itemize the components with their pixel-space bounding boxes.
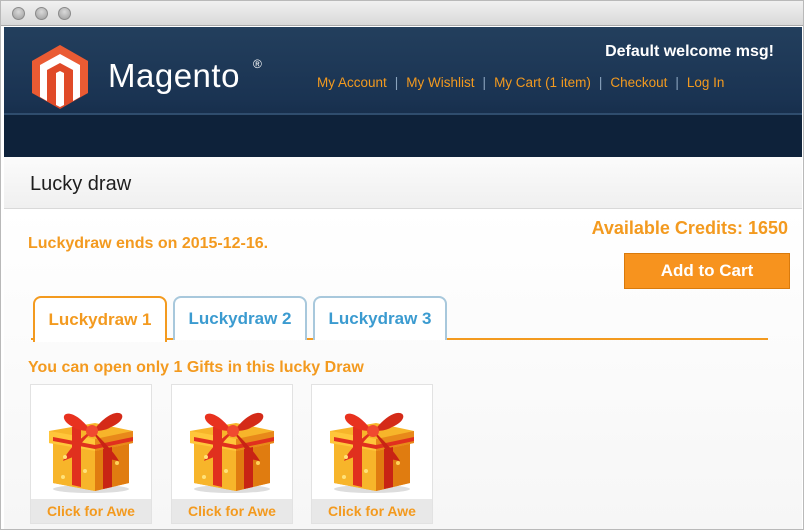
browser-window: Magento ® Default welcome msg! My Accoun… [0, 0, 804, 530]
gift-card[interactable]: Click for Awe [30, 384, 152, 524]
header-links: My Account | My Wishlist | My Cart (1 it… [317, 71, 724, 93]
link-separator: | [394, 74, 399, 90]
gift-label[interactable]: Click for Awe [31, 499, 151, 523]
gift-card[interactable]: Click for Awe [171, 384, 293, 524]
gift-box-icon[interactable] [180, 391, 284, 495]
draw-end-date: Luckydraw ends on 2015-12-16. [28, 235, 269, 252]
logo-registered-mark: ® [253, 57, 262, 71]
open-limit-note: You can open only 1 Gifts in this lucky … [28, 359, 364, 376]
logo-text[interactable]: Magento [108, 57, 240, 95]
nav-bar [4, 115, 802, 157]
lucky-draw-content: Luckydraw ends on 2015-12-16. Available … [4, 210, 802, 529]
tab-luckydraw-3[interactable]: Luckydraw 3 [313, 296, 447, 340]
link-separator: | [598, 74, 603, 90]
window-titlebar [1, 1, 803, 26]
magento-logo-icon[interactable] [30, 43, 90, 111]
tab-luckydraw-1[interactable]: Luckydraw 1 [33, 296, 167, 342]
gift-card[interactable]: Click for Awe [311, 384, 433, 524]
lucky-draw-tabs: Luckydraw 1 Luckydraw 2 Luckydraw 3 [31, 296, 768, 342]
my-cart-link[interactable]: My Cart (1 item) [494, 75, 591, 90]
my-wishlist-link[interactable]: My Wishlist [406, 75, 474, 90]
gift-box-icon[interactable] [39, 391, 143, 495]
gift-box-icon[interactable] [320, 391, 424, 495]
window-close-button[interactable] [12, 7, 25, 20]
add-to-cart-button[interactable]: Add to Cart [624, 253, 790, 289]
link-separator: | [482, 74, 487, 90]
tab-luckydraw-2[interactable]: Luckydraw 2 [173, 296, 307, 340]
log-in-link[interactable]: Log In [687, 75, 725, 90]
gift-label[interactable]: Click for Awe [312, 499, 432, 523]
welcome-message: Default welcome msg! [605, 43, 774, 60]
page-title: Lucky draw [30, 173, 132, 195]
checkout-link[interactable]: Checkout [610, 75, 667, 90]
available-credits: Available Credits: 1650 [591, 218, 788, 238]
window-zoom-button[interactable] [58, 7, 71, 20]
gift-label[interactable]: Click for Awe [172, 499, 292, 523]
site-header: Magento ® Default welcome msg! My Accoun… [4, 27, 802, 157]
window-minimize-button[interactable] [35, 7, 48, 20]
link-separator: | [675, 74, 679, 90]
my-account-link[interactable]: My Account [317, 75, 387, 90]
page-title-bar: Lucky draw [4, 157, 802, 209]
